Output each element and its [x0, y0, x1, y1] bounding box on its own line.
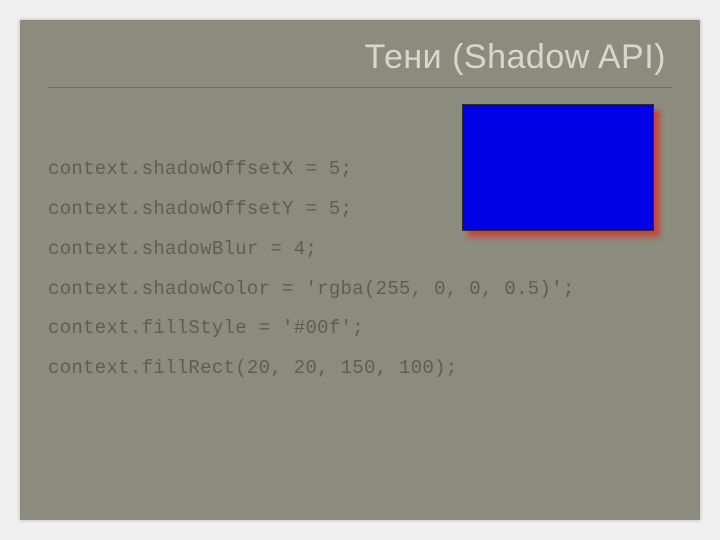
demo-rect: [462, 104, 654, 231]
code-line: context.shadowOffsetY = 5;: [48, 198, 352, 220]
slide-content: context.shadowOffsetX = 5; context.shado…: [48, 110, 672, 429]
divider: [48, 87, 672, 88]
code-line: context.fillStyle = '#00f';: [48, 317, 364, 339]
code-line: context.fillRect(20, 20, 150, 100);: [48, 357, 458, 379]
slide: Тени (Shadow API) context.shadowOffsetX …: [20, 20, 700, 520]
slide-title: Тени (Shadow API): [48, 38, 672, 77]
code-line: context.shadowColor = 'rgba(255, 0, 0, 0…: [48, 278, 575, 300]
code-line: context.shadowBlur = 4;: [48, 238, 317, 260]
code-line: context.shadowOffsetX = 5;: [48, 158, 352, 180]
demo-box: [462, 104, 662, 239]
